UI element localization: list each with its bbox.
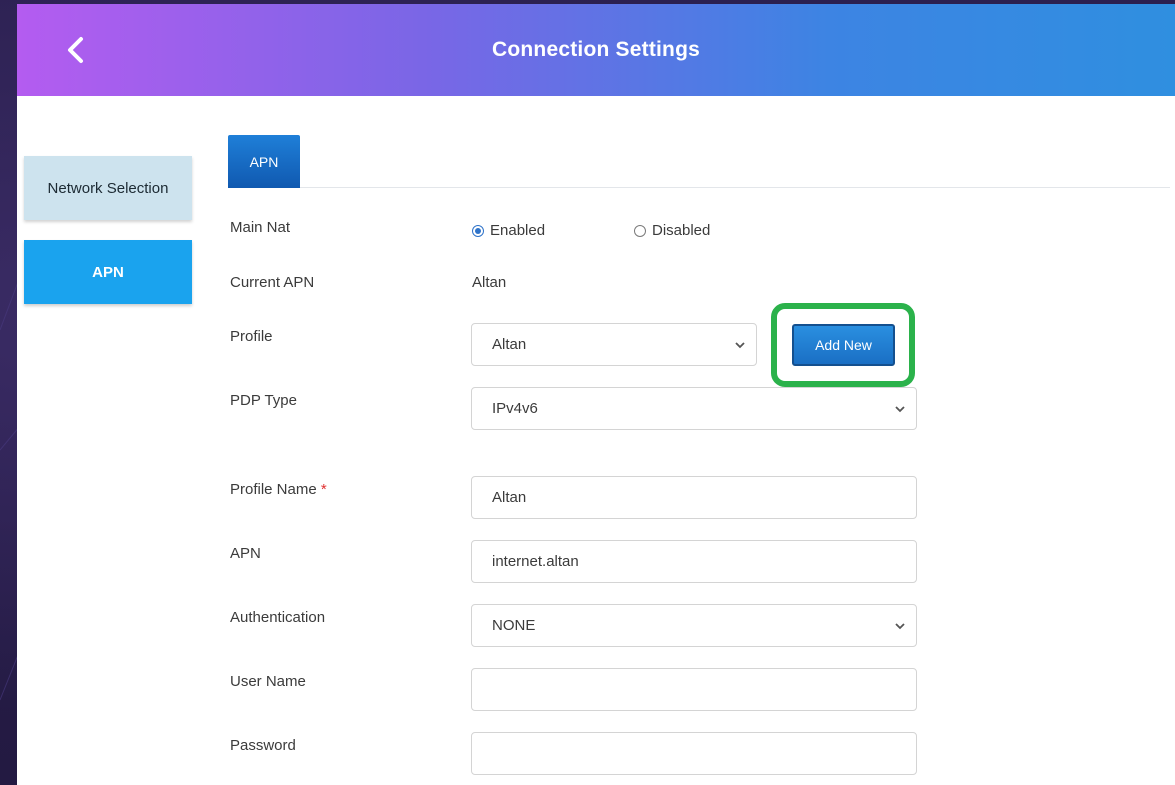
authentication-select[interactable]: NONE (471, 604, 917, 647)
chevron-left-icon (68, 37, 83, 63)
settings-panel: Connection Settings Network Selection AP… (17, 4, 1175, 785)
profile-label: Profile (230, 328, 273, 345)
authentication-value: NONE (492, 617, 536, 634)
main-nat-enabled-radio[interactable]: Enabled (472, 222, 545, 239)
current-apn-value: Altan (472, 274, 507, 291)
add-new-button[interactable]: Add New (792, 324, 895, 366)
radio-unselected-icon (634, 224, 646, 237)
radio-selected-icon (472, 224, 484, 237)
tab-divider (300, 187, 1170, 188)
chevron-down-icon (895, 623, 905, 630)
profile-select-value: Altan (492, 336, 527, 353)
user-name-label: User Name (230, 673, 306, 690)
user-name-input[interactable] (471, 668, 917, 711)
profile-name-value: Altan (492, 489, 527, 506)
add-new-label: Add New (815, 337, 872, 353)
profile-name-label-text: Profile Name (230, 481, 317, 498)
profile-name-label: Profile Name * (230, 481, 327, 498)
page-title: Connection Settings (492, 38, 700, 61)
current-apn-label: Current APN (230, 274, 315, 291)
apn-input[interactable]: internet.altan (471, 540, 917, 583)
tab-apn[interactable]: APN (228, 135, 300, 188)
apn-value: internet.altan (492, 553, 579, 570)
sidebar-item-label: APN (92, 263, 124, 281)
password-label: Password (230, 737, 296, 754)
sidebar-item-apn[interactable]: APN (24, 240, 192, 304)
main-nat-label: Main Nat (230, 219, 291, 236)
profile-name-input[interactable]: Altan (471, 476, 917, 519)
main-nat-disabled-radio[interactable]: Disabled (634, 222, 710, 239)
sidebar-item-network-selection[interactable]: Network Selection (24, 156, 192, 220)
authentication-label: Authentication (230, 609, 326, 626)
apn-label: APN (230, 545, 261, 562)
pdp-type-value: IPv4v6 (492, 400, 538, 417)
required-mark: * (320, 481, 327, 498)
tab-label: APN (249, 153, 279, 170)
chevron-down-icon (895, 406, 905, 413)
pdp-type-label: PDP Type (230, 392, 297, 409)
app-header: Connection Settings (17, 4, 1175, 96)
chevron-down-icon (735, 342, 745, 349)
sidebar-item-label: Network Selection (47, 179, 169, 197)
password-input[interactable] (471, 732, 917, 775)
profile-select[interactable]: Altan (471, 323, 757, 366)
pdp-type-select[interactable]: IPv4v6 (471, 387, 917, 430)
radio-label: Disabled (652, 222, 711, 239)
back-button[interactable] (57, 32, 93, 68)
radio-label: Enabled (490, 222, 546, 239)
